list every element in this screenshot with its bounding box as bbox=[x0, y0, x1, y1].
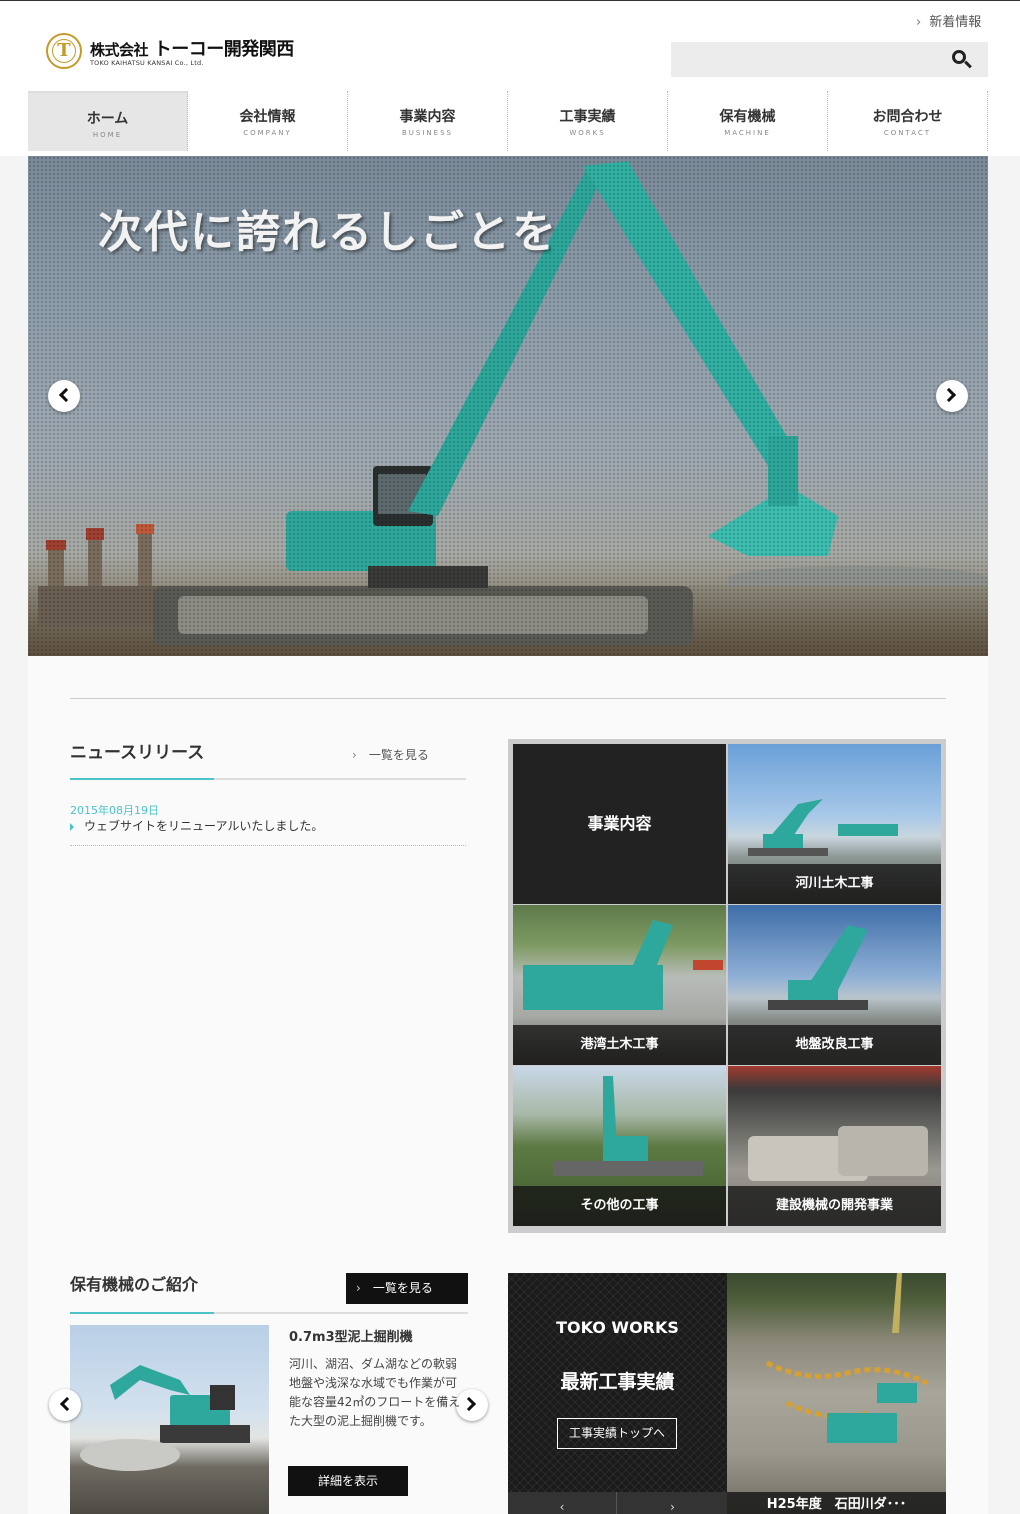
hero-slider: 次代に誇れるしごとを bbox=[28, 156, 988, 656]
business-heading-tile[interactable]: 事業内容 bbox=[513, 744, 726, 904]
works-jp-title: 最新工事実績 bbox=[560, 1371, 675, 1393]
nav-label: 事業内容 bbox=[399, 109, 456, 125]
nav-works[interactable]: 工事実績 WORKS bbox=[508, 91, 668, 151]
slider-next-button[interactable] bbox=[936, 380, 968, 412]
works-next-button[interactable]: › bbox=[618, 1492, 727, 1514]
nav-label: お問合わせ bbox=[872, 109, 943, 125]
nav-sublabel: COMPANY bbox=[243, 129, 292, 137]
nav-label: 会社情報 bbox=[239, 109, 296, 125]
nav-machine[interactable]: 保有機械 MACHINE bbox=[668, 91, 828, 151]
works-top-button[interactable]: 工事実績トップへ bbox=[557, 1418, 677, 1449]
global-nav: ホーム HOME 会社情報 COMPANY 事業内容 BUSINESS 工事実績 WOR… bbox=[28, 91, 988, 151]
bullet-icon bbox=[70, 823, 74, 831]
business-tile-other[interactable]: その他の工事 bbox=[513, 1066, 726, 1226]
nav-label: 工事実績 bbox=[559, 109, 616, 125]
machine-detail-button[interactable]: 詳細を表示 bbox=[288, 1466, 408, 1496]
news-item-link[interactable]: ウェブサイトをリニューアルいたしました。 bbox=[84, 817, 323, 834]
machine-photo bbox=[70, 1325, 269, 1514]
nav-sublabel: MACHINE bbox=[724, 129, 771, 137]
business-caption: 建設機械の開発事業 bbox=[728, 1186, 941, 1226]
nav-label: ホーム bbox=[86, 111, 129, 127]
nav-sublabel: WORKS bbox=[569, 129, 606, 137]
nav-company[interactable]: 会社情報 COMPANY bbox=[188, 91, 348, 151]
works-prev-button[interactable]: ‹ bbox=[508, 1492, 617, 1514]
nav-sublabel: HOME bbox=[92, 131, 123, 139]
chevron-right-icon bbox=[461, 1396, 477, 1412]
business-caption: 地盤改良工事 bbox=[728, 1025, 941, 1065]
slider-prev-button[interactable] bbox=[48, 380, 80, 412]
chevron-left-icon bbox=[59, 1396, 75, 1412]
news-date: 2015年08月19日 bbox=[70, 804, 159, 817]
machines-title-underline bbox=[70, 1312, 468, 1314]
news-title: ニュースリリース bbox=[70, 743, 205, 763]
works-caption: H25年度 石田川ダ･･･ bbox=[727, 1492, 946, 1514]
business-caption: 河川土木工事 bbox=[728, 864, 941, 904]
section-divider bbox=[70, 698, 946, 699]
news-link[interactable]: › 新着情報 bbox=[916, 11, 981, 30]
nav-contact[interactable]: お問合わせ CONTACT bbox=[828, 91, 988, 151]
machine-prev-button[interactable] bbox=[49, 1389, 81, 1421]
company-name: 株式会社 トーコー開発関西 bbox=[90, 39, 294, 60]
works-pager: ‹ › bbox=[508, 1492, 727, 1514]
machines-title: 保有機械のご紹介 bbox=[70, 1275, 199, 1294]
news-more-link[interactable]: › 一覧を見る bbox=[352, 746, 429, 763]
hero-title: 次代に誇れるしごとを bbox=[98, 207, 558, 258]
business-tile-soil[interactable]: 地盤改良工事 bbox=[728, 905, 941, 1065]
search-input[interactable] bbox=[671, 42, 988, 77]
business-tile-river[interactable]: 河川土木工事 bbox=[728, 744, 941, 904]
machine-name: 0.7m3型泥上掘削機 bbox=[289, 1330, 413, 1345]
business-caption: その他の工事 bbox=[513, 1186, 726, 1226]
chevron-right-icon: › bbox=[916, 15, 922, 30]
nav-home[interactable]: ホーム HOME bbox=[28, 91, 188, 151]
news-title-underline bbox=[70, 778, 466, 780]
business-tile-development[interactable]: 建設機械の開発事業 bbox=[728, 1066, 941, 1226]
company-name-en: TOKO KAIHATSU KANSAI Co., Ltd. bbox=[90, 59, 204, 67]
machine-description: 河川、湖沼、ダム湖などの軟弱地盤や浅深な水域でも作業が可能な容量42㎥のフロート… bbox=[289, 1357, 461, 1428]
machines-more-button[interactable]: › 一覧を見る bbox=[346, 1273, 468, 1304]
search-icon[interactable] bbox=[947, 45, 977, 75]
nav-business[interactable]: 事業内容 BUSINESS bbox=[348, 91, 508, 151]
business-heading: 事業内容 bbox=[587, 814, 652, 833]
business-caption: 港湾土木工事 bbox=[513, 1025, 726, 1065]
logo-mark: T bbox=[46, 33, 82, 69]
nav-sublabel: BUSINESS bbox=[402, 129, 453, 137]
news-separator bbox=[70, 845, 466, 846]
works-en-title: TOKO WORKS bbox=[556, 1318, 679, 1337]
company-logo[interactable]: T 株式会社 トーコー開発関西 TOKO KAIHATSU KANSAI Co.… bbox=[46, 33, 326, 73]
chevron-left-icon bbox=[58, 387, 74, 403]
business-grid: 事業内容 河川土木工事 港湾土木工事 地盤改良工事 その他の工事 建設機械の開発… bbox=[508, 739, 946, 1233]
chevron-right-icon: › bbox=[352, 748, 357, 762]
works-photo[interactable] bbox=[727, 1273, 946, 1514]
nav-sublabel: CONTACT bbox=[883, 129, 932, 137]
nav-label: 保有機械 bbox=[719, 109, 776, 125]
chevron-right-icon: › bbox=[356, 1281, 361, 1295]
business-tile-harbor[interactable]: 港湾土木工事 bbox=[513, 905, 726, 1065]
chevron-right-icon bbox=[941, 387, 957, 403]
